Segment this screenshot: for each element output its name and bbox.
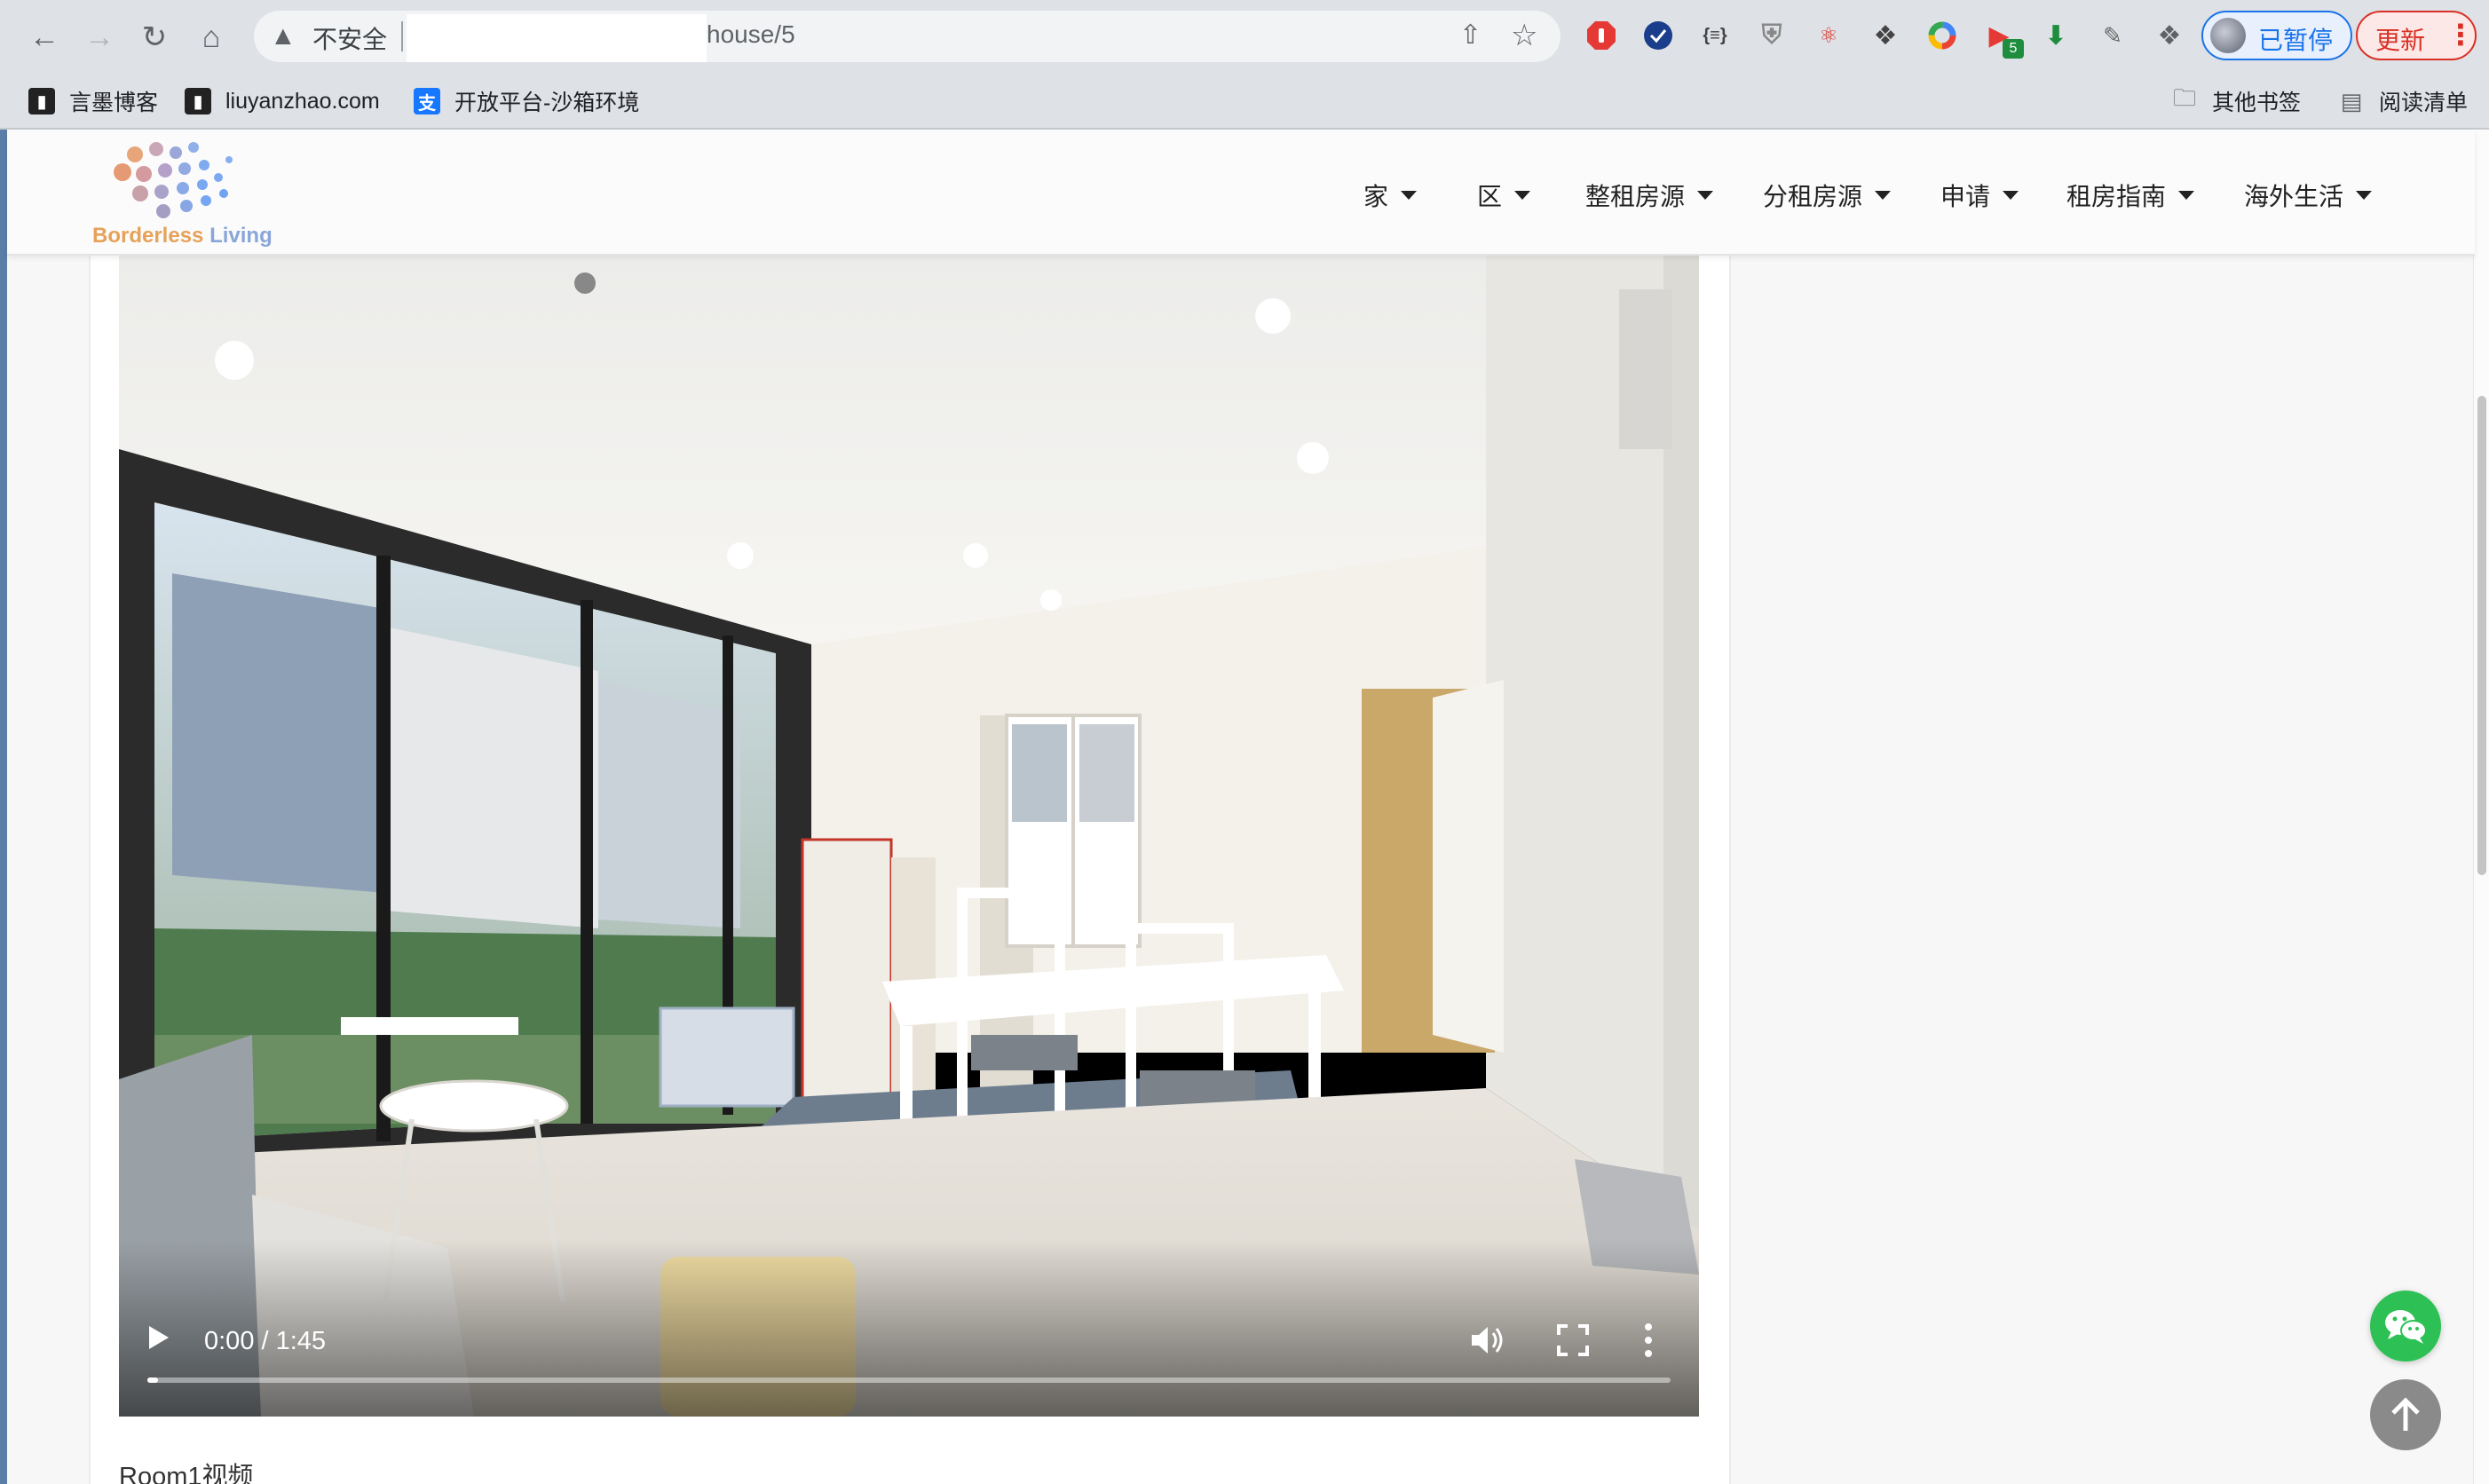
video-progress-bar[interactable] <box>147 1377 1671 1383</box>
video-caption: Room1视频 <box>119 1463 254 1484</box>
nav-label: 整租房源 <box>1585 183 1686 210</box>
more-options-icon[interactable] <box>1642 1321 1655 1360</box>
bookmark-star-icon[interactable]: ☆ <box>1511 18 1537 53</box>
bookmark-label: liuyanzhao.com <box>225 88 380 114</box>
kebab-menu-icon: ⋮ <box>2446 19 2475 51</box>
sitemap-extension-icon[interactable]: ⚛ <box>1811 18 1846 53</box>
color-ring-extension-icon[interactable] <box>1924 18 1960 53</box>
bookmark-label: 其他书签 <box>2212 91 2302 115</box>
bookmark-item[interactable]: ▮ liuyanzhao.com <box>185 83 380 119</box>
wechat-contact-button[interactable] <box>2370 1291 2441 1362</box>
play-icon[interactable] <box>149 1326 169 1349</box>
nav-item-overseas-life[interactable]: 海外生活 <box>2244 178 2373 213</box>
arrow-up-icon <box>2391 1397 2420 1431</box>
page-scrollbar[interactable] <box>2473 130 2489 1484</box>
forward-arrow-icon[interactable]: → <box>80 18 119 57</box>
nav-label: 海外生活 <box>2244 183 2344 210</box>
caret-down-icon <box>2003 191 2019 200</box>
bookmark-item[interactable]: ▮ 言墨博客 <box>28 83 158 119</box>
logo-text-living: Living <box>209 224 273 248</box>
back-arrow-icon[interactable]: ← <box>25 18 64 57</box>
evernote-extension-icon[interactable]: ❖ <box>1868 18 1903 53</box>
folder-icon: 🗀 <box>2172 84 2196 111</box>
fullscreen-icon[interactable] <box>1555 1322 1591 1358</box>
video-controls: 0:00 / 1:45 <box>119 1239 1699 1417</box>
bookmark-label: 开放平台-沙箱环境 <box>454 91 640 115</box>
video-time: 0:00 / 1:45 <box>204 1327 327 1355</box>
nav-label: 家 <box>1363 183 1389 210</box>
adblock-extension-icon[interactable] <box>1584 18 1619 53</box>
back-to-top-button[interactable] <box>2370 1379 2441 1450</box>
warning-icon: ▲ <box>270 21 296 51</box>
logo-text: Borderless Living <box>92 224 273 249</box>
room-video-player[interactable]: 0:00 / 1:45 <box>119 254 1699 1417</box>
wechat-icon <box>2385 1310 2427 1344</box>
redacted-url-mask <box>407 14 707 62</box>
video-progress-fill <box>147 1377 158 1383</box>
nav-label: 分租房源 <box>1763 183 1863 210</box>
reading-list[interactable]: ▤ 阅读清单 <box>2338 83 2468 119</box>
download-extension-icon[interactable]: ⬇ <box>2038 18 2074 53</box>
update-label: 更新 <box>2375 27 2426 54</box>
bookmarks-bar: ▮ 言墨博客 ▮ liuyanzhao.com 支 开放平台-沙箱环境 🗀 其他… <box>0 75 2489 130</box>
caret-down-icon <box>2356 191 2373 200</box>
nav-item-apply[interactable]: 申请 <box>1940 178 2019 213</box>
site-icon: ▮ <box>185 88 211 114</box>
nav-item-shared-rent[interactable]: 分租房源 <box>1763 178 1892 213</box>
logo-text-borderless: Borderless <box>92 224 204 248</box>
url-text[interactable]: house/5 <box>707 20 795 49</box>
caret-down-icon <box>1401 191 1418 200</box>
security-label[interactable]: 不安全 <box>312 20 387 56</box>
bookmark-item[interactable]: 支 开放平台-沙箱环境 <box>414 83 639 119</box>
nav-item-home[interactable]: 家 <box>1363 178 1418 213</box>
logo-dots-icon <box>114 142 233 218</box>
bookmark-label: 阅读清单 <box>2379 91 2469 115</box>
nav-item-area[interactable]: 区 <box>1477 178 1531 213</box>
nav-label: 租房指南 <box>2066 183 2167 210</box>
site-logo[interactable]: Borderless Living <box>87 137 282 252</box>
eyedropper-extension-icon[interactable]: ✎ <box>2095 18 2130 53</box>
extensions-puzzle-icon[interactable]: ❖ <box>2152 18 2187 53</box>
scrollbar-thumb[interactable] <box>2477 396 2486 875</box>
nav-label: 申请 <box>1940 183 1991 210</box>
alipay-icon: 支 <box>414 88 440 114</box>
update-button[interactable]: 更新 ⋮ <box>2356 11 2477 60</box>
caret-down-icon <box>1514 191 1531 200</box>
volume-icon[interactable] <box>1468 1322 1507 1358</box>
browser-toolbar: ← → ↻ ⌂ ▲ 不安全 house/5 ⇧ ☆ {≡} ⛨ ⚛ ❖ ▶ 5 … <box>0 0 2489 75</box>
reload-icon[interactable]: ↻ <box>135 18 174 57</box>
shield-extension-icon[interactable]: ⛨ <box>1754 18 1790 53</box>
check-extension-icon[interactable] <box>1640 18 1676 53</box>
address-bar[interactable]: ▲ 不安全 house/5 ⇧ ☆ <box>254 11 1561 62</box>
json-extension-icon[interactable]: {≡} <box>1697 18 1733 53</box>
reading-list-icon: ▤ <box>2340 87 2363 114</box>
profile-status-label: 已暂停 <box>2258 27 2334 54</box>
caret-down-icon <box>1875 191 1892 200</box>
caret-down-icon <box>1697 191 1714 200</box>
home-icon[interactable]: ⌂ <box>192 18 231 57</box>
nav-item-rental-guide[interactable]: 租房指南 <box>2066 178 2195 213</box>
blog-icon: ▮ <box>28 88 55 114</box>
bookmark-label: 言墨博客 <box>69 91 159 115</box>
bookmark-folder[interactable]: 🗀 其他书签 <box>2171 83 2301 119</box>
share-icon[interactable]: ⇧ <box>1459 20 1482 51</box>
separator <box>401 21 403 51</box>
extension-badge: 5 <box>2003 39 2024 59</box>
nav-label: 区 <box>1477 183 1503 210</box>
profile-paused-button[interactable]: 已暂停 <box>2201 11 2352 60</box>
nav-item-whole-rent[interactable]: 整租房源 <box>1585 178 1714 213</box>
window-edge <box>0 130 7 1484</box>
avatar <box>2210 18 2246 53</box>
site-header: Borderless Living 家 区 整租房源 分租房源 申请 租房指南 … <box>7 130 2475 256</box>
caret-down-icon <box>2178 191 2195 200</box>
